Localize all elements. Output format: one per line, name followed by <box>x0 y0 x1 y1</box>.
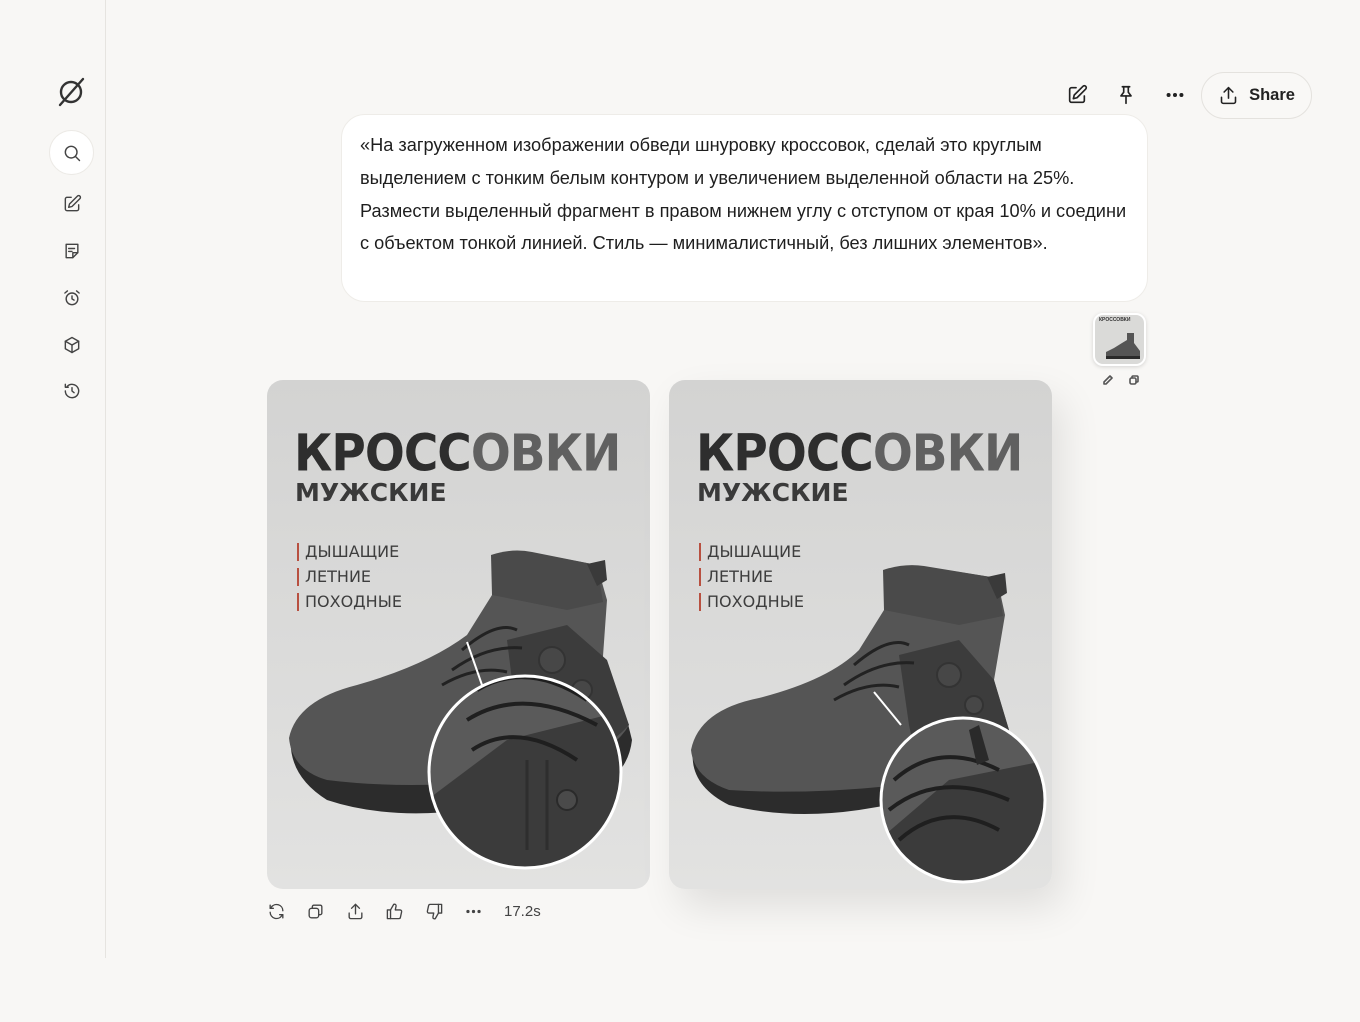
history-icon <box>64 383 79 398</box>
copy-attachment-button[interactable] <box>1128 373 1140 385</box>
shoe-illustration <box>289 550 632 870</box>
search-button[interactable] <box>49 130 94 175</box>
shoe-illustration <box>691 565 1047 884</box>
edit-button[interactable] <box>1062 80 1092 110</box>
history-button[interactable] <box>49 368 94 413</box>
thumbs-up-icon <box>386 903 403 919</box>
dislike-button[interactable] <box>424 901 444 921</box>
more-actions-button[interactable] <box>464 901 484 921</box>
share-response-button[interactable] <box>345 901 365 921</box>
user-message: «На загруженном изображении обведи шнуро… <box>341 114 1148 302</box>
grok-logo-icon[interactable] <box>56 76 88 108</box>
edit-attachment-button[interactable] <box>1102 373 1114 385</box>
regenerate-icon <box>268 903 284 919</box>
pencil-icon <box>1103 375 1113 385</box>
notes-button[interactable] <box>49 228 94 273</box>
sidebar <box>0 0 106 958</box>
more-button[interactable] <box>1160 80 1190 110</box>
edit-icon <box>64 194 81 211</box>
search-icon <box>64 145 80 161</box>
share-icon <box>347 903 363 919</box>
result-image-2[interactable]: КРОССОВКИ МУЖСКИЕ ДЫШАЩИЕ ЛЕТНИЕ ПОХОДНЫ… <box>669 380 1052 889</box>
pin-icon <box>1120 85 1132 105</box>
projects-button[interactable] <box>49 322 94 367</box>
attachment-thumbnail[interactable]: КРОССОВКИ <box>1093 313 1146 366</box>
new-chat-button[interactable] <box>49 181 94 226</box>
copy-icon <box>1129 375 1139 385</box>
copy-button[interactable] <box>306 901 326 921</box>
regenerate-button[interactable] <box>266 901 286 921</box>
alarm-icon <box>63 289 80 305</box>
response-time: 17.2s <box>504 902 541 920</box>
share-icon <box>1220 86 1237 105</box>
pin-button[interactable] <box>1111 80 1141 110</box>
result-image-1[interactable]: КРОССОВКИ МУЖСКИЕ ДЫШАЩИЕ ЛЕТНИЕ ПОХОДНЫ… <box>267 380 650 889</box>
thumbs-down-icon <box>426 903 442 919</box>
share-button[interactable]: Share <box>1201 72 1312 119</box>
edit-icon <box>1068 84 1088 104</box>
cube-icon <box>64 336 79 353</box>
tasks-button[interactable] <box>49 275 94 320</box>
attachment-caption: КРОССОВКИ <box>1099 317 1131 323</box>
copy-icon <box>308 903 323 919</box>
shoe-thumbnail-icon <box>1106 333 1140 359</box>
more-icon <box>1166 92 1184 98</box>
like-button[interactable] <box>385 901 405 921</box>
response-actions: 17.2s <box>266 899 541 923</box>
share-label: Share <box>1249 86 1295 104</box>
user-message-text: «На загруженном изображении обведи шнуро… <box>360 135 1127 254</box>
more-icon <box>466 909 481 913</box>
notes-icon <box>64 243 79 258</box>
